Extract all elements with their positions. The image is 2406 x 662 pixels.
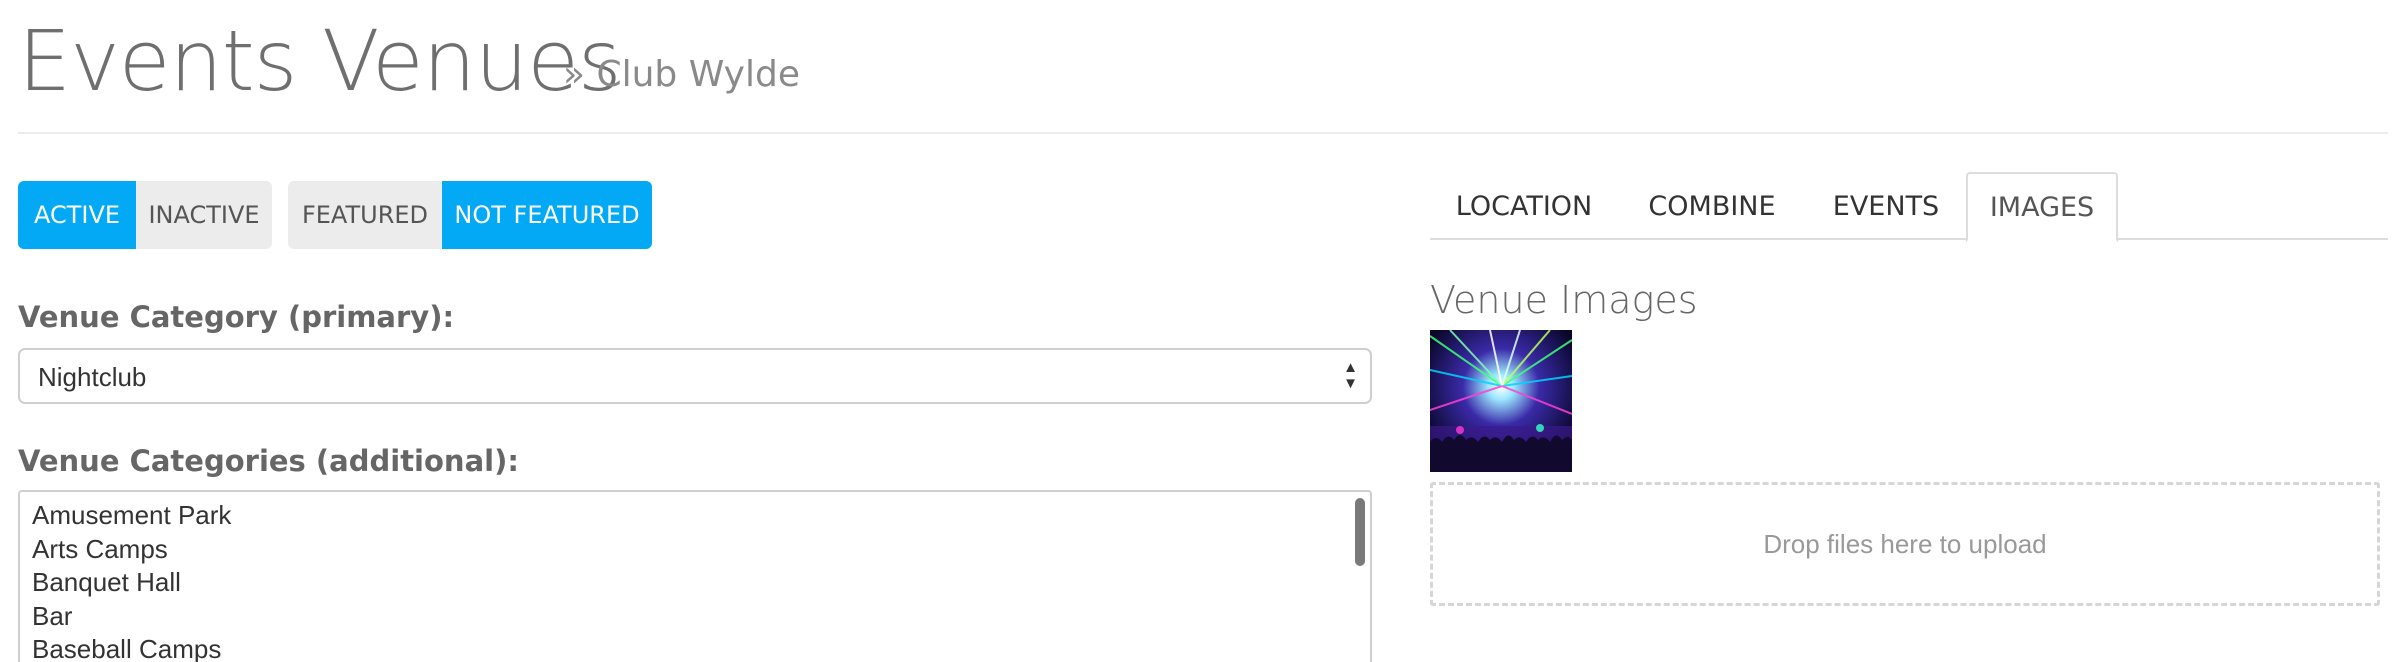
page-subtitle: » Club Wylde bbox=[563, 54, 800, 95]
venue-tabs: LOCATION COMBINE EVENTS IMAGES bbox=[1430, 172, 2388, 242]
page-header: Events Venues » Club Wylde bbox=[18, 0, 2388, 134]
primary-category-label: Venue Category (primary): bbox=[18, 300, 455, 334]
scrollbar-thumb[interactable] bbox=[1355, 498, 1365, 566]
primary-category-value: Nightclub bbox=[38, 362, 147, 392]
status-toggle: ACTIVE INACTIVE bbox=[18, 181, 272, 249]
inactive-button[interactable]: INACTIVE bbox=[136, 181, 272, 249]
additional-categories-select[interactable]: Amusement Park Arts Camps Banquet Hall B… bbox=[18, 490, 1372, 662]
category-option[interactable]: Baseball Camps bbox=[32, 632, 221, 662]
select-arrows-icon: ▲ ▼ bbox=[1343, 359, 1358, 392]
venue-image-thumbnail[interactable] bbox=[1430, 330, 1572, 472]
tab-images[interactable]: IMAGES bbox=[1966, 172, 2118, 242]
list-scrollbar[interactable] bbox=[1352, 494, 1368, 662]
tab-location[interactable]: LOCATION bbox=[1430, 172, 1618, 240]
tab-events[interactable]: EVENTS bbox=[1806, 172, 1966, 240]
active-button[interactable]: ACTIVE bbox=[18, 181, 136, 249]
dropzone-text: Drop files here to upload bbox=[1763, 528, 2047, 559]
tab-combine[interactable]: COMBINE bbox=[1618, 172, 1806, 240]
featured-toggle: FEATURED NOT FEATURED bbox=[288, 181, 652, 249]
featured-button[interactable]: FEATURED bbox=[288, 181, 442, 249]
category-option[interactable]: Banquet Hall bbox=[32, 565, 181, 599]
page-title: Events Venues bbox=[18, 12, 622, 110]
category-option[interactable]: Bar bbox=[32, 599, 72, 633]
additional-categories-label: Venue Categories (additional): bbox=[18, 444, 519, 478]
nightclub-lights-image bbox=[1430, 330, 1572, 472]
category-option[interactable]: Amusement Park bbox=[32, 498, 231, 532]
category-option[interactable]: Arts Camps bbox=[32, 532, 168, 566]
not-featured-button[interactable]: NOT FEATURED bbox=[442, 181, 652, 249]
file-dropzone[interactable]: Drop files here to upload bbox=[1430, 482, 2380, 606]
primary-category-select[interactable]: Nightclub ▲ ▼ bbox=[18, 348, 1372, 404]
venue-images-title: Venue Images bbox=[1430, 278, 1698, 322]
